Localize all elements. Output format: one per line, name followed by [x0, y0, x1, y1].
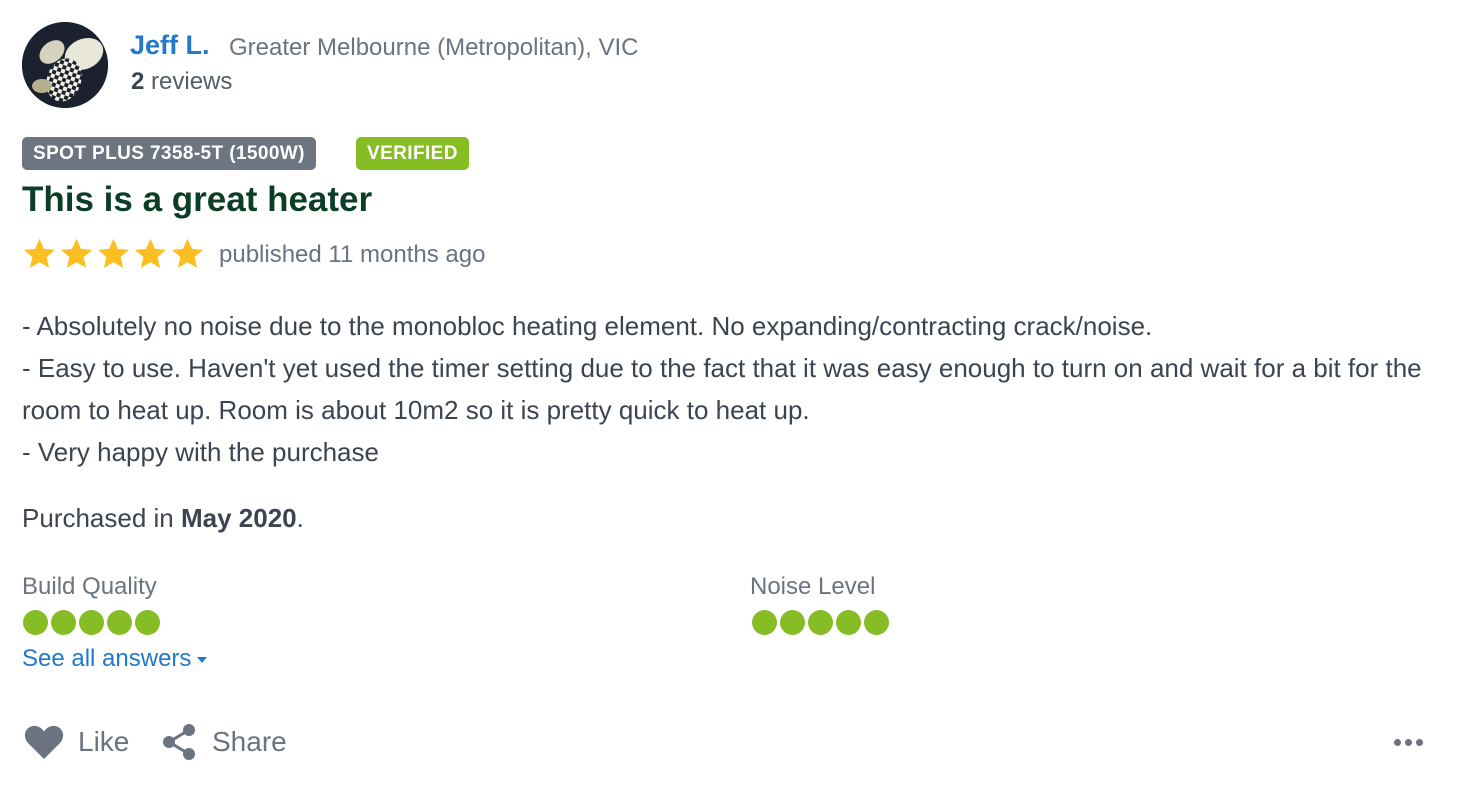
product-badge: SPOT PLUS 7358-5T (1500W) — [22, 137, 316, 170]
review-body-line: - Very happy with the purchase — [22, 437, 379, 467]
review-title: This is a great heater — [22, 180, 373, 219]
avatar[interactable] — [22, 22, 108, 108]
review-count-suffix: reviews — [144, 68, 233, 95]
purchase-date-prefix: Purchased in — [22, 503, 181, 533]
noise-level-label: Noise Level — [750, 573, 876, 600]
author-location: Greater Melbourne (Metropolitan), VIC — [229, 34, 639, 61]
rating-dot — [836, 610, 861, 635]
share-label: Share — [212, 726, 287, 757]
build-quality-rating — [23, 610, 160, 635]
like-label: Like — [78, 726, 130, 757]
star-rating — [22, 236, 205, 273]
published-date: published 11 months ago — [219, 241, 486, 268]
rating-dot — [780, 610, 805, 635]
see-all-answers-link[interactable]: See all answers — [22, 645, 208, 673]
review-body-line: - Easy to use. Haven't yet used the time… — [22, 353, 1422, 425]
share-button[interactable]: Share — [160, 718, 287, 766]
rating-dot — [79, 610, 104, 635]
author-name[interactable]: Jeff L. — [130, 30, 210, 61]
noise-level-rating — [752, 610, 889, 635]
share-icon — [163, 724, 195, 760]
see-all-answers-label: See all answers — [22, 645, 192, 672]
purchase-date-value: May 2020 — [180, 503, 297, 533]
avatar-photo — [22, 22, 108, 108]
review-card: Jeff L. Greater Melbourne (Metropolitan)… — [0, 0, 1472, 808]
more-options-dot — [1405, 738, 1412, 746]
more-options-dot — [1394, 738, 1401, 746]
caret-down-icon — [197, 656, 208, 663]
review-count-number: 2 — [131, 68, 145, 95]
star-icon — [135, 238, 166, 268]
rating-dot — [107, 610, 132, 635]
review-body-line: - Absolutely no noise due to the monoblo… — [22, 311, 1153, 341]
review-body: - Absolutely no noise due to the monoblo… — [22, 305, 1452, 473]
build-quality-label: Build Quality — [22, 573, 157, 600]
rating-dot — [752, 610, 777, 635]
like-button[interactable]: Like — [24, 718, 129, 766]
rating-dot — [23, 610, 48, 635]
rating-dot — [864, 610, 889, 635]
purchase-date: Purchased in May 2020. — [22, 503, 304, 534]
star-icon — [172, 238, 203, 268]
purchase-date-suffix: . — [296, 503, 304, 533]
star-icon — [24, 238, 55, 268]
rating-dot — [51, 610, 76, 635]
heart-icon — [24, 725, 64, 759]
more-options-dot — [1416, 738, 1423, 746]
verified-badge: VERIFIED — [356, 137, 469, 170]
review-count: 2 reviews — [131, 68, 232, 96]
rating-dot — [808, 610, 833, 635]
rating-dot — [135, 610, 160, 635]
star-icon — [61, 238, 92, 268]
star-icon — [98, 238, 129, 268]
more-options-icon[interactable] — [1394, 728, 1434, 756]
